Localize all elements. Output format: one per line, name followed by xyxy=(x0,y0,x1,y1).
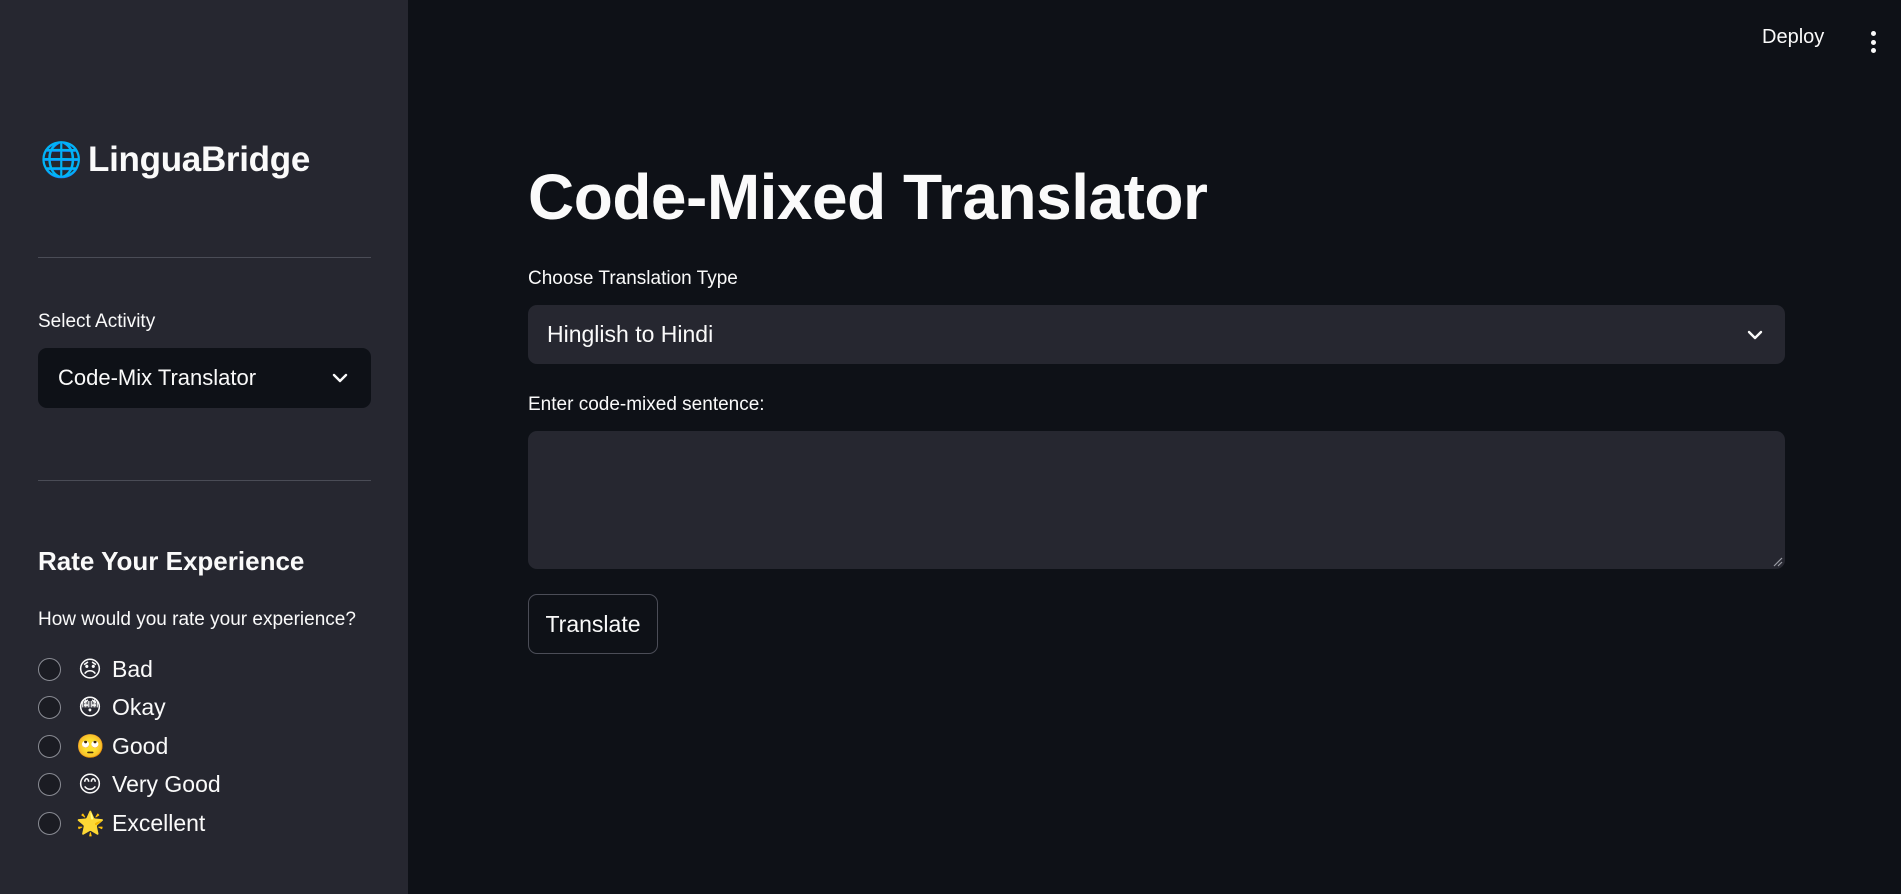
sidebar-brand: 🌐 LinguaBridge xyxy=(40,140,310,180)
flushed-face-icon: 😳 xyxy=(78,694,102,721)
sidebar: 🌐 LinguaBridge Select Activity Code-Mix … xyxy=(0,0,408,894)
smiling-face-icon: 😊 xyxy=(78,771,102,798)
rating-option-label: Very Good xyxy=(112,771,221,798)
translation-type-value: Hinglish to Hindi xyxy=(547,321,714,347)
rating-option-good[interactable]: 🙄 Good xyxy=(38,727,221,766)
resize-handle-icon[interactable] xyxy=(1771,555,1783,567)
rating-question: How would you rate your experience? xyxy=(38,609,356,630)
rating-option-label: Okay xyxy=(112,694,166,721)
activity-select[interactable]: Code-Mix Translator xyxy=(38,348,371,408)
radio-button[interactable] xyxy=(38,696,61,720)
translation-type-label: Choose Translation Type xyxy=(528,268,738,289)
rating-option-bad[interactable]: 😞 Bad xyxy=(38,650,221,689)
rating-option-very-good[interactable]: 😊 Very Good xyxy=(38,766,221,805)
globe-icon: 🌐 xyxy=(40,141,83,179)
radio-button[interactable] xyxy=(38,773,61,797)
translation-type-select[interactable]: Hinglish to Hindi xyxy=(528,305,1785,364)
sidebar-divider xyxy=(38,480,371,481)
activity-select-value: Code-Mix Translator xyxy=(58,365,257,390)
star-icon: 🌟 xyxy=(76,809,105,836)
translate-button[interactable]: Translate xyxy=(528,594,658,654)
activity-label: Select Activity xyxy=(38,311,156,332)
rating-heading: Rate Your Experience xyxy=(38,546,305,576)
eye-roll-face-icon: 🙄 xyxy=(76,732,105,759)
radio-button[interactable] xyxy=(38,811,61,835)
rating-radio-group: 😞 Bad 😳 Okay 🙄 Good 😊 Very Good 🌟 Excell… xyxy=(38,650,221,843)
sentence-label: Enter code-mixed sentence: xyxy=(528,394,765,415)
radio-button[interactable] xyxy=(38,734,61,758)
chevron-down-icon xyxy=(1744,324,1766,346)
rating-option-label: Bad xyxy=(112,655,153,682)
brand-name: LinguaBridge xyxy=(88,140,310,179)
sentence-input[interactable] xyxy=(528,431,1785,569)
kebab-menu-icon[interactable] xyxy=(1862,28,1884,56)
rating-option-label: Excellent xyxy=(112,809,206,836)
sidebar-divider xyxy=(38,257,371,258)
radio-button[interactable] xyxy=(38,657,61,681)
rating-option-excellent[interactable]: 🌟 Excellent xyxy=(38,804,221,843)
disappointed-face-icon: 😞 xyxy=(78,655,102,682)
deploy-button[interactable]: Deploy xyxy=(1762,26,1824,49)
chevron-down-icon xyxy=(329,367,351,389)
page-title: Code-Mixed Translator xyxy=(528,161,1208,233)
rating-option-okay[interactable]: 😳 Okay xyxy=(38,689,221,728)
rating-option-label: Good xyxy=(112,732,169,759)
